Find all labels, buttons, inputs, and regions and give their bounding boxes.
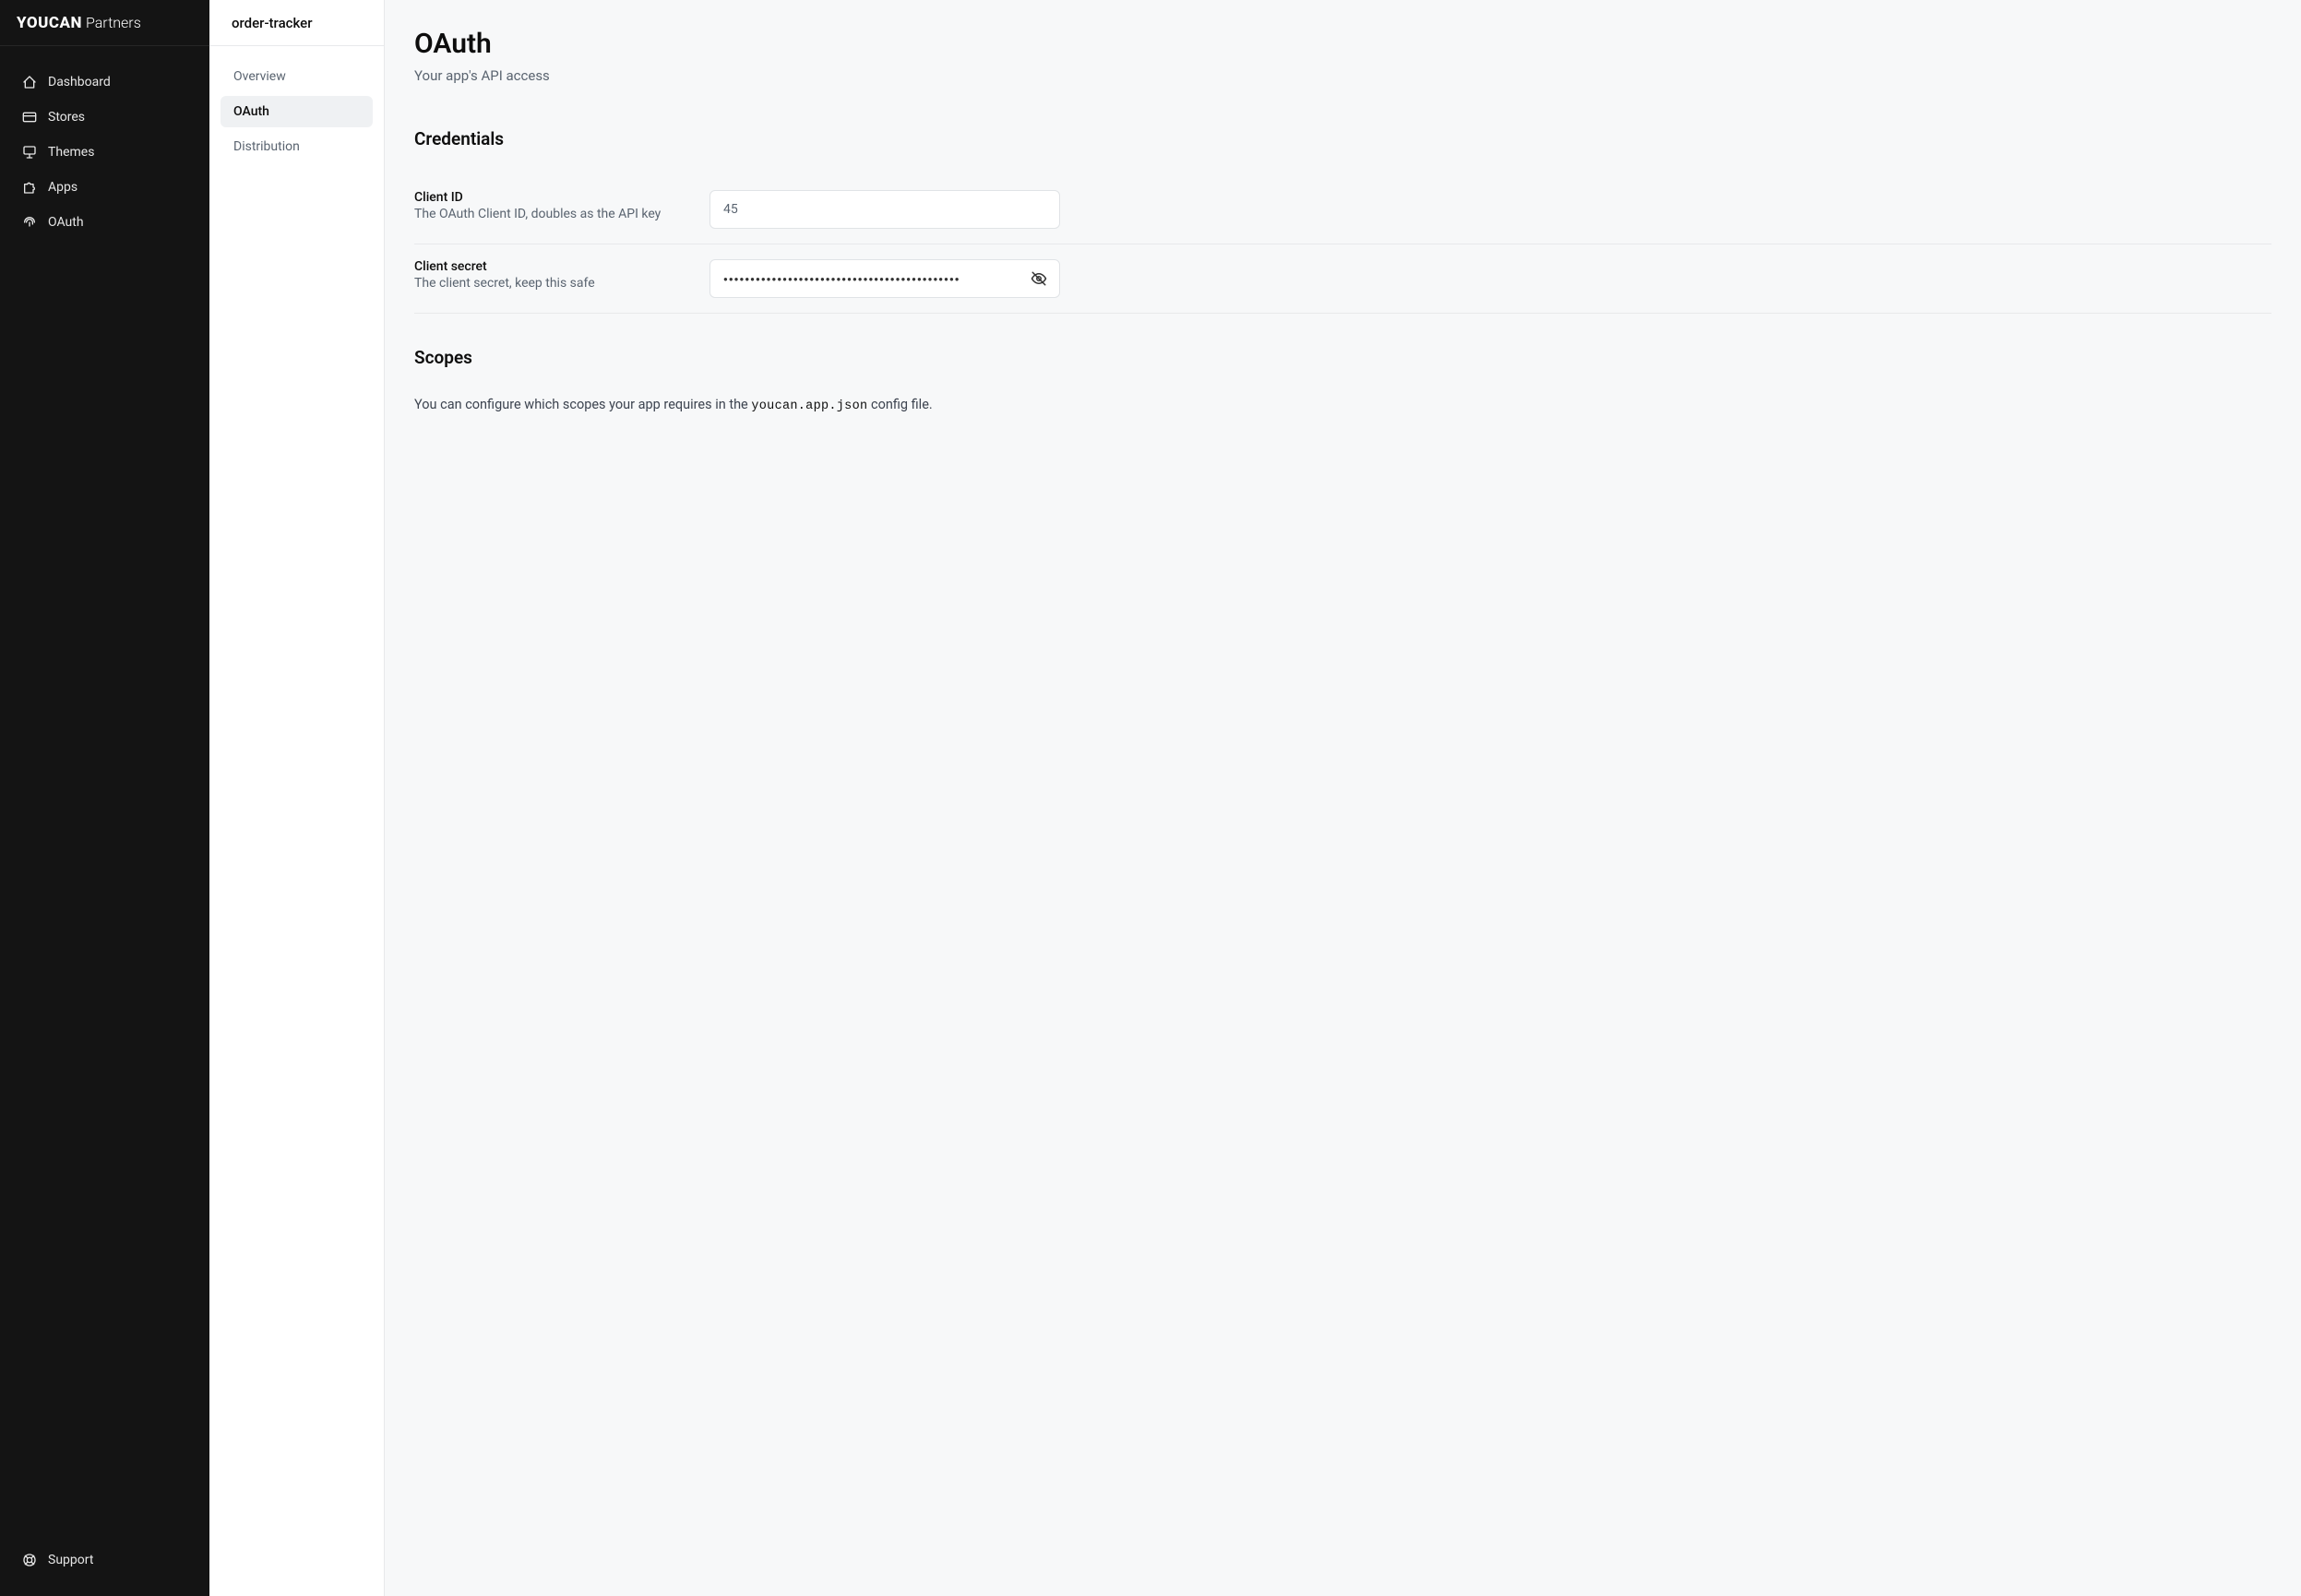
secondary-nav-item-overview[interactable]: Overview xyxy=(221,61,373,92)
client-secret-labels: Client secret The client secret, keep th… xyxy=(414,259,673,291)
store-icon xyxy=(22,110,37,125)
client-id-input[interactable] xyxy=(709,190,1060,229)
secondary-nav-item-distribution[interactable]: Distribution xyxy=(221,131,373,162)
secondary-nav: Overview OAuth Distribution xyxy=(209,46,384,181)
sidebar-item-label: Themes xyxy=(48,145,94,160)
eye-off-icon xyxy=(1031,270,1047,287)
brand-logo[interactable]: YOUCAN Partners xyxy=(0,0,209,46)
scopes-text-before: You can configure which scopes your app … xyxy=(414,397,751,412)
brand-sub: Partners xyxy=(86,14,141,31)
sidebar-item-oauth[interactable]: OAuth xyxy=(0,205,209,240)
credentials-section-title: Credentials xyxy=(414,128,2271,149)
sidebar-item-themes[interactable]: Themes xyxy=(0,135,209,170)
sidebar-item-label: Support xyxy=(48,1553,93,1567)
scopes-config-file: youcan.app.json xyxy=(751,399,867,413)
fingerprint-icon xyxy=(22,215,37,230)
sidebar-item-stores[interactable]: Stores xyxy=(0,100,209,135)
sidebar-item-apps[interactable]: Apps xyxy=(0,170,209,205)
scopes-description: You can configure which scopes your app … xyxy=(414,394,2271,417)
sidebar-item-label: OAuth xyxy=(48,215,84,230)
scopes-section-title: Scopes xyxy=(414,347,2271,368)
sidebar-item-label: Apps xyxy=(48,180,77,195)
home-icon xyxy=(22,75,37,89)
scopes-text-after: config file. xyxy=(867,397,932,412)
primary-nav: Dashboard Stores Themes Apps OAuth xyxy=(0,46,209,1542)
secondary-sidebar-title: order-tracker xyxy=(209,0,384,46)
secondary-nav-item-oauth[interactable]: OAuth xyxy=(221,96,373,127)
themes-icon xyxy=(22,145,37,160)
main-content: OAuth Your app's API access Credentials … xyxy=(385,0,2301,1596)
client-id-labels: Client ID The OAuth Client ID, doubles a… xyxy=(414,190,673,221)
primary-sidebar: YOUCAN Partners Dashboard Stores Themes … xyxy=(0,0,209,1596)
puzzle-icon xyxy=(22,180,37,195)
toggle-secret-visibility-button[interactable] xyxy=(1025,265,1053,292)
client-secret-input-wrap xyxy=(709,259,1060,298)
sidebar-item-label: Dashboard xyxy=(48,75,111,89)
secondary-sidebar: order-tracker Overview OAuth Distributio… xyxy=(209,0,385,1596)
brand-main: YOUCAN xyxy=(17,14,82,32)
client-secret-row: Client secret The client secret, keep th… xyxy=(414,244,2271,314)
client-id-desc: The OAuth Client ID, doubles as the API … xyxy=(414,207,673,221)
page-subtitle: Your app's API access xyxy=(414,67,2271,84)
client-id-row: Client ID The OAuth Client ID, doubles a… xyxy=(414,175,2271,244)
client-secret-label: Client secret xyxy=(414,259,673,274)
primary-nav-footer: Support xyxy=(0,1542,209,1596)
lifebuoy-icon xyxy=(22,1553,37,1567)
sidebar-item-dashboard[interactable]: Dashboard xyxy=(0,65,209,100)
client-id-input-wrap xyxy=(709,190,1060,229)
client-secret-desc: The client secret, keep this safe xyxy=(414,276,673,291)
client-id-label: Client ID xyxy=(414,190,673,205)
client-secret-input[interactable] xyxy=(709,259,1060,298)
sidebar-item-label: Stores xyxy=(48,110,85,125)
sidebar-item-support[interactable]: Support xyxy=(0,1542,209,1578)
page-title: OAuth xyxy=(414,28,2271,60)
